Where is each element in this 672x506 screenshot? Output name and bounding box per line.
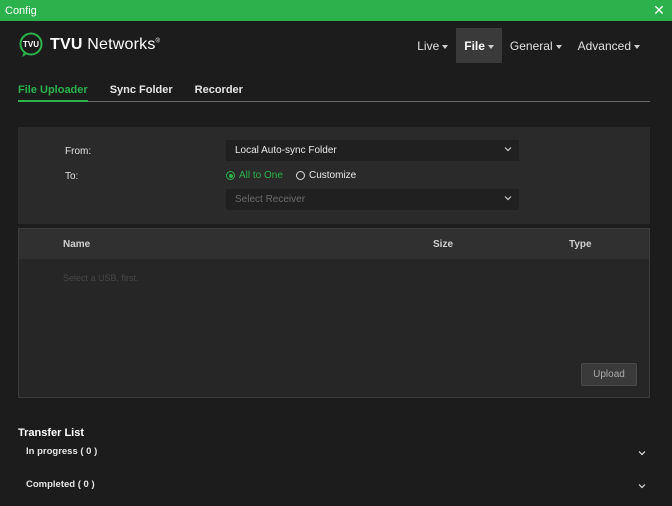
brand-logo: TVU TVU Networks® (18, 32, 160, 58)
caret-down-icon (634, 44, 640, 49)
nav-file-label: File (464, 38, 485, 53)
window-title: Config (5, 4, 37, 17)
tab-recorder[interactable]: Recorder (195, 80, 243, 102)
column-size: Size (433, 239, 454, 250)
nav-general-label: General (509, 38, 553, 53)
chevron-down-icon (504, 196, 512, 201)
top-nav: Live File General Advanced (409, 28, 648, 63)
radio-all-to-one[interactable]: All to One (226, 170, 283, 181)
from-select-value: Local Auto-sync Folder (235, 145, 337, 156)
brand-trademark: ® (155, 38, 161, 45)
nav-general[interactable]: General (502, 28, 570, 63)
to-label: To: (65, 171, 79, 182)
nav-file[interactable]: File (456, 28, 502, 63)
from-select[interactable]: Local Auto-sync Folder (226, 140, 519, 161)
chevron-down-icon (504, 147, 512, 152)
tab-sync-folder[interactable]: Sync Folder (110, 80, 173, 102)
caret-down-icon (555, 44, 562, 49)
receiver-select[interactable]: Select Receiver (226, 189, 519, 210)
from-label: From: (65, 146, 92, 157)
brand-name: TVU Networks® (50, 36, 160, 54)
logo-badge-text: TVU (23, 40, 39, 49)
close-icon[interactable]: ✕ (650, 1, 668, 19)
chevron-down-icon (638, 484, 646, 489)
transfer-completed-label: Completed ( 0 ) (26, 479, 95, 490)
radio-all-to-one-label: All to One (239, 170, 283, 181)
transfer-in-progress-label: In progress ( 0 ) (26, 446, 98, 457)
table-header: Name Size Type (19, 229, 649, 259)
brand-name-bold: TVU (50, 36, 83, 53)
radio-dot (226, 171, 235, 180)
nav-advanced[interactable]: Advanced (570, 28, 648, 63)
column-name: Name (63, 239, 91, 250)
caret-down-icon (487, 44, 494, 49)
radio-customize-label: Customize (309, 170, 357, 181)
chevron-down-icon (638, 451, 646, 456)
window-titlebar: Config ✕ (0, 0, 672, 21)
radio-dot (296, 171, 305, 180)
radio-customize[interactable]: Customize (296, 170, 356, 181)
receiver-select-placeholder: Select Receiver (235, 194, 306, 205)
sub-tabs: File Uploader Sync Folder Recorder (18, 80, 650, 102)
nav-live[interactable]: Live (409, 28, 456, 63)
transfer-completed-row[interactable]: Completed ( 0 ) (18, 479, 650, 495)
nav-advanced-label: Advanced (577, 38, 631, 53)
file-table: Name Size Type Select a USB, first. Uplo… (18, 228, 650, 398)
transfer-in-progress-row[interactable]: In progress ( 0 ) (18, 446, 650, 462)
column-type: Type (569, 239, 592, 250)
tab-file-uploader[interactable]: File Uploader (18, 80, 88, 102)
nav-live-label: Live (417, 38, 440, 53)
tvu-logo-icon: TVU (19, 32, 43, 57)
empty-table-message: Select a USB, first. (63, 273, 139, 283)
transfer-list-title: Transfer List (18, 427, 85, 439)
brand-name-rest: Networks (82, 36, 156, 53)
upload-settings-panel: From: Local Auto-sync Folder To: All to … (18, 127, 650, 224)
upload-button[interactable]: Upload (581, 363, 637, 386)
caret-down-icon (442, 44, 449, 49)
